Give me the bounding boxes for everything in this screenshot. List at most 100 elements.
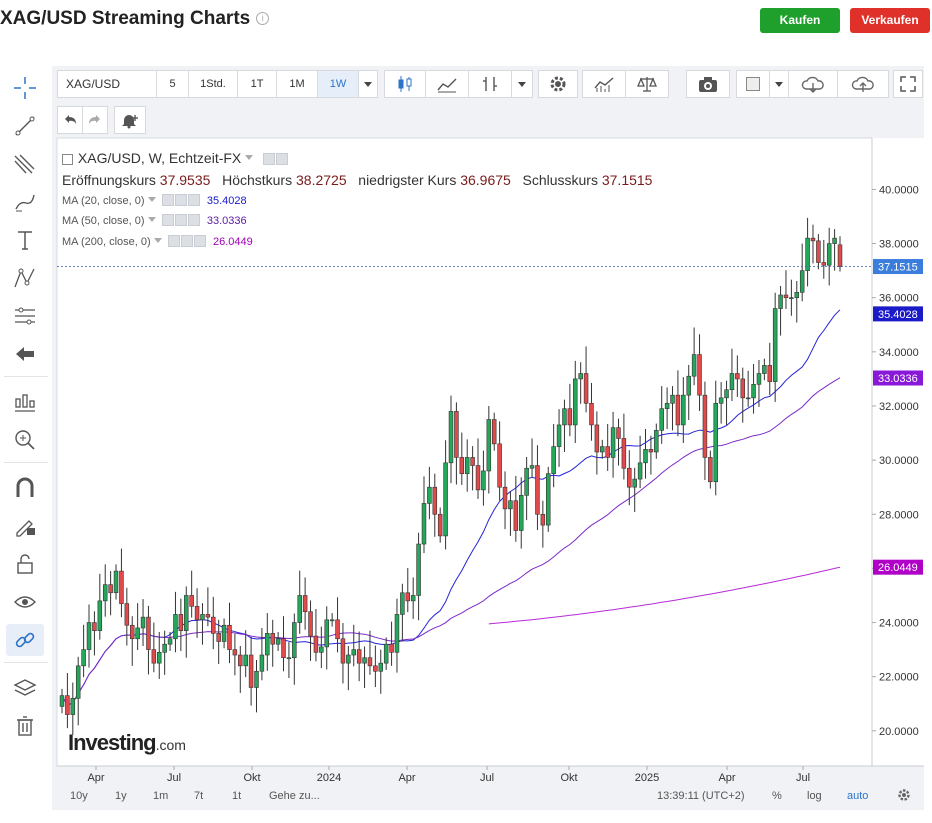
- collapse-icon[interactable]: [62, 154, 73, 165]
- chevron-down-icon: [364, 81, 372, 87]
- ma20-value: 35.4028: [206, 195, 247, 207]
- indicators-button[interactable]: [582, 70, 626, 98]
- gear-icon[interactable]: [897, 788, 911, 805]
- scale-icon: [637, 77, 657, 92]
- color-picker-button[interactable]: [736, 70, 770, 98]
- add-alert-button[interactable]: [114, 106, 146, 134]
- settings-button[interactable]: [538, 70, 578, 98]
- log-toggle[interactable]: log: [807, 790, 822, 802]
- close-value: 37.1515: [601, 172, 653, 188]
- interval-1w[interactable]: 1W: [317, 70, 359, 98]
- interval-1h[interactable]: 1Std.: [188, 70, 238, 98]
- ohlc-readout: Eröffnungskurs 37.9535 Höchstkurs 38.272…: [62, 172, 653, 188]
- symbol-input[interactable]: XAG/USD: [57, 70, 157, 98]
- interval-dropdown[interactable]: [358, 70, 378, 98]
- eye-icon: [161, 194, 174, 206]
- interval-1m[interactable]: 1M: [276, 70, 318, 98]
- eye-icon[interactable]: [263, 153, 276, 165]
- interval-5[interactable]: 5: [156, 70, 189, 98]
- bottom-bar: 10y 1y 1m 7t 1t Gehe zu... 13:39:11 (UTC…: [52, 784, 924, 810]
- area-chart-icon: [437, 78, 457, 93]
- gear-icon[interactable]: [276, 153, 289, 165]
- chart-legend-title: XAG/USD, W, Echtzeit-FX: [62, 150, 289, 166]
- cloud-download-icon: [801, 76, 824, 93]
- chevron-down-icon[interactable]: [245, 155, 254, 160]
- undo-icon: [65, 115, 76, 124]
- interval-1d[interactable]: 1T: [237, 70, 277, 98]
- compare-button[interactable]: [625, 70, 669, 98]
- brush-icon[interactable]: [6, 186, 44, 218]
- pattern-tool-icon[interactable]: [6, 262, 44, 294]
- gear-icon: [550, 76, 566, 92]
- prediction-tool-icon[interactable]: [6, 300, 44, 332]
- high-value: 38.2725: [296, 172, 347, 188]
- auto-toggle[interactable]: auto: [847, 790, 868, 802]
- link-icon[interactable]: [6, 624, 44, 656]
- trend-line-icon[interactable]: [6, 110, 44, 142]
- low-value: 36.9675: [460, 172, 511, 188]
- range-1m[interactable]: 1m: [153, 790, 168, 802]
- cloud-download-button[interactable]: [788, 70, 838, 98]
- range-10y[interactable]: 10y: [70, 790, 88, 802]
- page-title: XAG/USD Streaming Charts i: [0, 8, 270, 30]
- bell-plus-icon: [122, 115, 138, 129]
- candlestick-icon: [398, 76, 412, 92]
- buy-button[interactable]: Kaufen: [760, 8, 840, 33]
- investing-logo: Investing.com: [68, 730, 186, 755]
- bar-type-button[interactable]: [468, 70, 512, 98]
- eye-icon[interactable]: [6, 586, 44, 618]
- ma50-value: 33.0336: [206, 215, 247, 227]
- redo-button[interactable]: [82, 106, 108, 134]
- camera-icon: [699, 77, 717, 92]
- fullscreen-button[interactable]: [893, 70, 923, 98]
- range-1d[interactable]: 1t: [232, 790, 241, 802]
- chart-type-dropdown[interactable]: [511, 70, 533, 98]
- arrow-left-icon[interactable]: [6, 338, 44, 370]
- fib-tool-icon[interactable]: [6, 148, 44, 180]
- eye-icon: [167, 235, 180, 247]
- percent-toggle[interactable]: %: [772, 790, 782, 802]
- ma50-legend: MA (50, close, 0) 33.0336: [62, 214, 247, 227]
- color-swatch-icon: [746, 77, 760, 91]
- magnet-icon[interactable]: [6, 472, 44, 504]
- info-icon[interactable]: i: [256, 12, 270, 25]
- indicators-icon[interactable]: [6, 386, 44, 418]
- close-icon: [187, 214, 200, 226]
- chevron-down-icon: [518, 81, 526, 87]
- unlock-icon[interactable]: [6, 548, 44, 580]
- drawing-toolbar: [0, 66, 52, 823]
- goto-button[interactable]: Gehe zu...: [269, 790, 320, 802]
- gear-icon: [174, 214, 187, 226]
- text-tool-icon[interactable]: [6, 224, 44, 256]
- draw-lock-icon[interactable]: [6, 510, 44, 542]
- indicators-icon: [594, 77, 614, 92]
- range-7d[interactable]: 7t: [194, 790, 203, 802]
- open-value: 37.9535: [159, 172, 211, 188]
- gear-icon: [180, 235, 193, 247]
- close-icon: [193, 235, 206, 247]
- chart-toolbar: XAG/USD 5 1Std. 1T 1M 1W: [52, 66, 924, 102]
- undo-button[interactable]: [57, 106, 83, 134]
- layers-icon[interactable]: [6, 672, 44, 704]
- fullscreen-icon: [900, 76, 916, 92]
- crosshair-icon[interactable]: [6, 72, 44, 104]
- line-type-button[interactable]: [425, 70, 469, 98]
- eye-icon: [161, 214, 174, 226]
- gear-icon: [174, 194, 187, 206]
- ohlc-bar-icon: [483, 77, 497, 91]
- chevron-down-icon: [775, 81, 783, 87]
- ma200-legend: MA (200, close, 0) 26.0449: [62, 235, 253, 248]
- candle-type-button[interactable]: [384, 70, 426, 98]
- ma200-value: 26.0449: [212, 236, 253, 248]
- cloud-upload-icon: [851, 76, 874, 92]
- range-1y[interactable]: 1y: [115, 790, 127, 802]
- screenshot-button[interactable]: [686, 70, 730, 98]
- sell-button[interactable]: Verkaufen: [850, 8, 930, 33]
- trash-icon[interactable]: [6, 710, 44, 742]
- clock-readout: 13:39:11 (UTC+2): [657, 790, 745, 802]
- ma20-legend: MA (20, close, 0) 35.4028: [62, 194, 247, 207]
- cloud-upload-button[interactable]: [837, 70, 889, 98]
- close-icon: [187, 194, 200, 206]
- color-dropdown[interactable]: [769, 70, 789, 98]
- zoom-icon[interactable]: [6, 424, 44, 456]
